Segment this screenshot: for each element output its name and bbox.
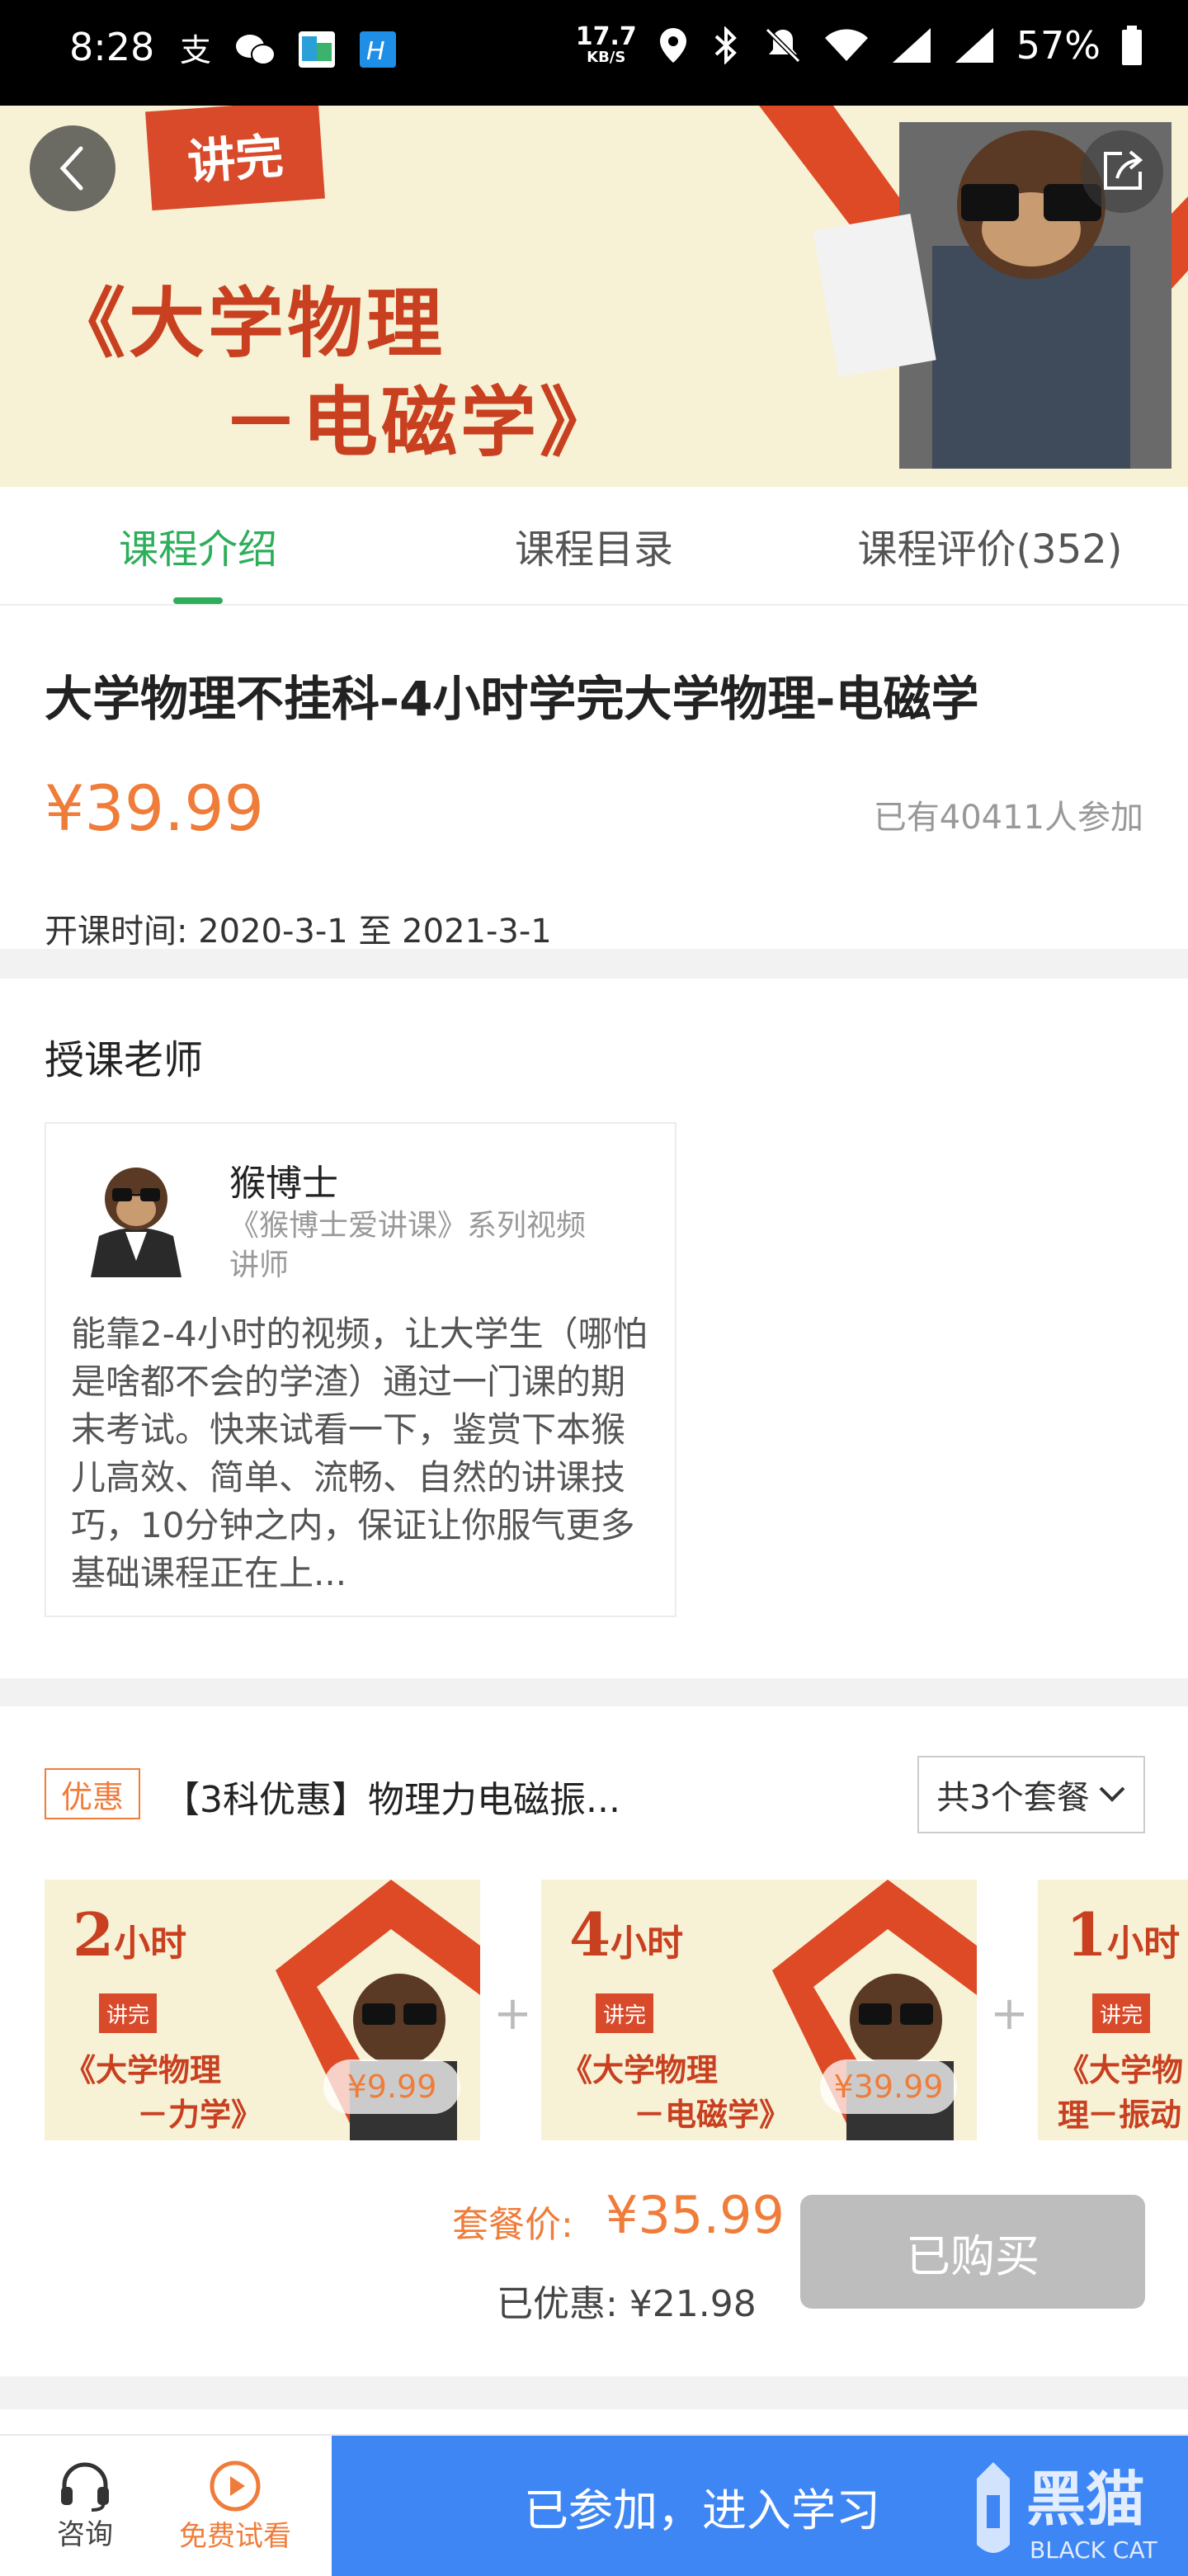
signal-icon xyxy=(892,28,931,63)
svg-text:支: 支 xyxy=(180,32,211,68)
play-circle-icon xyxy=(210,2460,261,2511)
package-hours-unit: 小时 xyxy=(1107,1923,1181,1965)
package-hours: 4小时 xyxy=(569,1899,683,1970)
avatar xyxy=(91,1168,182,1277)
battery-icon xyxy=(1122,26,1142,65)
net-speed: 17.7 KB/S xyxy=(576,25,637,66)
headset-icon xyxy=(61,2462,109,2512)
back-button[interactable] xyxy=(30,125,116,211)
course-title: 大学物理不挂科-4小时学完大学物理-电磁学 xyxy=(45,671,979,727)
package-hours-number: 1 xyxy=(1066,1899,1108,1970)
share-icon xyxy=(1104,150,1143,190)
plus-sign: + xyxy=(990,1987,1029,2041)
promo-tag: 优惠 xyxy=(45,1768,140,1819)
enter-study-button[interactable]: 已参加，进入学习 黑猫 BLACK CAT xyxy=(332,2436,1188,2576)
bottom-bar: 咨询 免费试看 已参加，进入学习 黑猫 BLACK CAT xyxy=(0,2434,1188,2576)
free-trial-label: 免费试看 xyxy=(179,2519,291,2553)
banner-tag: 讲完 xyxy=(145,106,325,211)
enrolled-count: 已有40411人参加 xyxy=(873,799,1143,837)
teacher-card[interactable]: 猴博士 《猴博士爱讲课》系列视频讲师 能靠2-4小时的视频，让大学生（哪怕是啥都… xyxy=(45,1122,676,1617)
package-card[interactable]: 4小时 讲完 《大学物理 －电磁学》 ¥39.99 xyxy=(541,1880,977,2140)
section-divider xyxy=(0,2376,1188,2409)
wifi-icon xyxy=(824,29,868,61)
net-speed-value: 17.7 xyxy=(575,22,637,51)
status-left-icons: 支 H xyxy=(173,28,399,71)
wechat-icon xyxy=(234,28,277,71)
app-icon xyxy=(295,28,338,71)
package-price-total: ¥35.99 xyxy=(606,2185,785,2245)
package-title-line2: －电磁学》 xyxy=(634,2096,791,2133)
mute-icon xyxy=(765,27,800,64)
location-icon xyxy=(659,28,686,63)
course-date: 开课时间: 2020-3-1 至 2021-3-1 xyxy=(45,913,552,951)
course-banner: 讲完 《大学物理 －电磁学》 xyxy=(0,106,1188,487)
package-title-line1: 《大学物理 xyxy=(64,2051,222,2088)
free-trial-button[interactable]: 免费试看 xyxy=(165,2436,305,2576)
chevron-down-icon xyxy=(1099,1786,1125,1802)
course-price: ¥39.99 xyxy=(45,771,264,845)
package-select[interactable]: 共3个套餐 xyxy=(917,1756,1145,1833)
package-title-line1: 《大学物理 xyxy=(561,2051,719,2088)
bought-button[interactable]: 已购买 xyxy=(800,2195,1145,2309)
tab-bar: 课程介绍 课程目录 课程评价(352) xyxy=(0,487,1188,606)
teacher-section-title: 授课老师 xyxy=(45,1037,204,1083)
package-title-line2: －力学》 xyxy=(137,2096,263,2133)
bluetooth-icon xyxy=(714,26,737,64)
svg-text:H: H xyxy=(366,37,385,66)
teacher-subtitle: 《猴博士爱讲课》系列视频讲师 xyxy=(229,1209,587,1282)
package-hours: 1小时 xyxy=(1066,1899,1180,1970)
section-divider xyxy=(0,949,1188,979)
share-button[interactable] xyxy=(1081,130,1163,213)
battery-percent: 57% xyxy=(1016,23,1101,68)
package-card[interactable]: 1小时 讲完 《大学物理 －振动 xyxy=(1038,1880,1188,2140)
banner-title-line1: 《大学物理 xyxy=(50,279,446,368)
enter-study-label: 已参加，进入学习 xyxy=(524,2484,880,2536)
package-hours-unit: 小时 xyxy=(610,1923,684,1965)
status-right-icons: 17.7 KB/S 57% xyxy=(576,23,1142,68)
promo-title: 【3科优惠】物理力电磁振... xyxy=(163,1779,620,1821)
tab-intro[interactable]: 课程介绍 xyxy=(0,487,396,604)
teacher-name: 猴博士 xyxy=(229,1163,338,1205)
tab-catalog[interactable]: 课程目录 xyxy=(396,487,792,604)
package-hours: 2小时 xyxy=(73,1899,186,1970)
package-price-label: 套餐价: xyxy=(452,2204,573,2246)
banner-title-line2: －电磁学》 xyxy=(223,378,620,467)
watermark-subtext: BLACK CAT xyxy=(1030,2536,1157,2564)
package-tag: 讲完 xyxy=(99,1993,157,2033)
package-select-label: 共3个套餐 xyxy=(936,1779,1090,1817)
saved-amount: 已优惠: ¥21.98 xyxy=(497,2283,757,2325)
package-hours-number: 4 xyxy=(569,1899,611,1970)
plus-sign: + xyxy=(493,1987,532,2041)
package-card[interactable]: 2小时 讲完 《大学物理 －力学》 ¥9.99 xyxy=(45,1880,480,2140)
package-price: ¥9.99 xyxy=(323,2059,460,2114)
alipay-icon: 支 xyxy=(173,28,216,71)
chevron-left-icon xyxy=(59,146,83,191)
status-time: 8:28 xyxy=(69,25,155,69)
consult-button[interactable]: 咨询 xyxy=(40,2436,130,2576)
app2-icon: H xyxy=(356,28,399,71)
watermark-text: 黑猫 xyxy=(1026,2465,1145,2534)
status-bar: 8:28 支 H 17.7 KB/S 57% xyxy=(0,0,1188,106)
section-divider xyxy=(0,1678,1188,1706)
package-tag: 讲完 xyxy=(1092,1993,1150,2033)
net-speed-unit: KB/S xyxy=(587,49,626,66)
signal2-icon xyxy=(955,28,993,63)
package-hours-unit: 小时 xyxy=(114,1923,187,1965)
consult-label: 咨询 xyxy=(57,2517,113,2551)
package-price: ¥39.99 xyxy=(820,2059,957,2114)
package-hours-number: 2 xyxy=(73,1899,115,1970)
blackcat-watermark: 黑猫 BLACK CAT xyxy=(977,2462,1157,2564)
tab-reviews[interactable]: 课程评价(352) xyxy=(792,487,1188,604)
teacher-description: 能靠2-4小时的视频，让大学生（哪怕是啥都不会的学渣）通过一门课的期末考试。快来… xyxy=(71,1314,648,1593)
package-tag: 讲完 xyxy=(596,1993,653,2033)
package-title-line2: －振动 xyxy=(1087,2096,1182,2133)
